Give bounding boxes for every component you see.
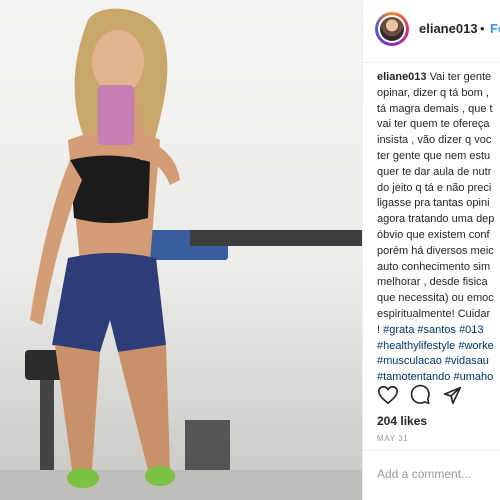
post-header: eliane013 • Fol xyxy=(363,0,500,63)
divider xyxy=(363,450,500,451)
post-actions xyxy=(377,384,497,406)
hashtag-link[interactable]: #healthylifestyle xyxy=(377,340,455,352)
avatar[interactable] xyxy=(375,12,409,46)
hashtag-link[interactable]: #vidasau xyxy=(445,355,489,367)
caption-username[interactable]: eliane013 xyxy=(377,71,427,83)
selfie-image xyxy=(0,8,362,500)
hashtag-line: ! #grata #santos #013 xyxy=(377,323,484,336)
hashtag-link[interactable]: #umaho xyxy=(453,371,493,383)
likes-count[interactable]: 204 likes xyxy=(377,414,427,428)
hashtag-link[interactable]: #tamotentando xyxy=(377,371,450,383)
heart-icon[interactable] xyxy=(377,384,399,406)
header-username[interactable]: eliane013 xyxy=(419,21,478,36)
hashtag-link[interactable]: #013 xyxy=(459,324,483,336)
follow-button[interactable]: Fol xyxy=(490,21,500,36)
caption-line: auto conhecimento sim xyxy=(377,260,491,273)
hashtag-line: #musculacao #vidasau xyxy=(377,354,500,370)
caption-line: do jeito q tá e não preci xyxy=(377,181,492,194)
caption-line: espiritualmente! Cuidar xyxy=(377,307,491,320)
post-date: MAY 31 xyxy=(377,434,409,443)
comment-icon[interactable] xyxy=(409,384,431,406)
caption-line: vai ter quem te ofereça xyxy=(377,118,490,131)
avatar-photo xyxy=(380,17,404,41)
caption-line: eliane013 Vai ter gente xyxy=(377,71,492,83)
hashtag-line: #healthylifestyle #worke xyxy=(377,339,500,355)
caption-line: quer te dar aula de nutr xyxy=(377,165,492,178)
hashtag-link[interactable]: #worke xyxy=(458,340,493,352)
caption-line: tá magra demais , que t xyxy=(377,102,493,115)
caption-line: ligasse pra tantas opini xyxy=(377,197,490,210)
post-photo[interactable] xyxy=(0,0,362,500)
hashtag-link[interactable]: #santos xyxy=(417,324,456,336)
comment-input[interactable]: Add a comment... xyxy=(377,467,471,481)
caption-line: porém há diversos meic xyxy=(377,244,494,257)
caption-line: melhorar , desde fisica xyxy=(377,276,488,289)
caption-line: ter gente que nem estu xyxy=(377,149,491,162)
hashtag-link[interactable]: #musculacao xyxy=(377,355,442,367)
caption-line: insista , vão dizer q voc xyxy=(377,134,492,147)
share-icon[interactable] xyxy=(441,384,463,406)
header-separator: • xyxy=(480,21,485,36)
caption-line: agora tratando uma dep xyxy=(377,213,495,226)
caption-line: que necessita) ou emoc xyxy=(377,292,494,305)
caption-line: óbvio que existem conf xyxy=(377,228,490,241)
post-caption: eliane013 Vai ter gente opinar, dizer q … xyxy=(377,70,500,386)
hashtag-link[interactable]: #grata xyxy=(383,324,414,336)
post-side-panel: eliane013 • Fol eliane013 Vai ter gente … xyxy=(362,0,500,500)
caption-line: opinar, dizer q tá bom , xyxy=(377,86,489,99)
